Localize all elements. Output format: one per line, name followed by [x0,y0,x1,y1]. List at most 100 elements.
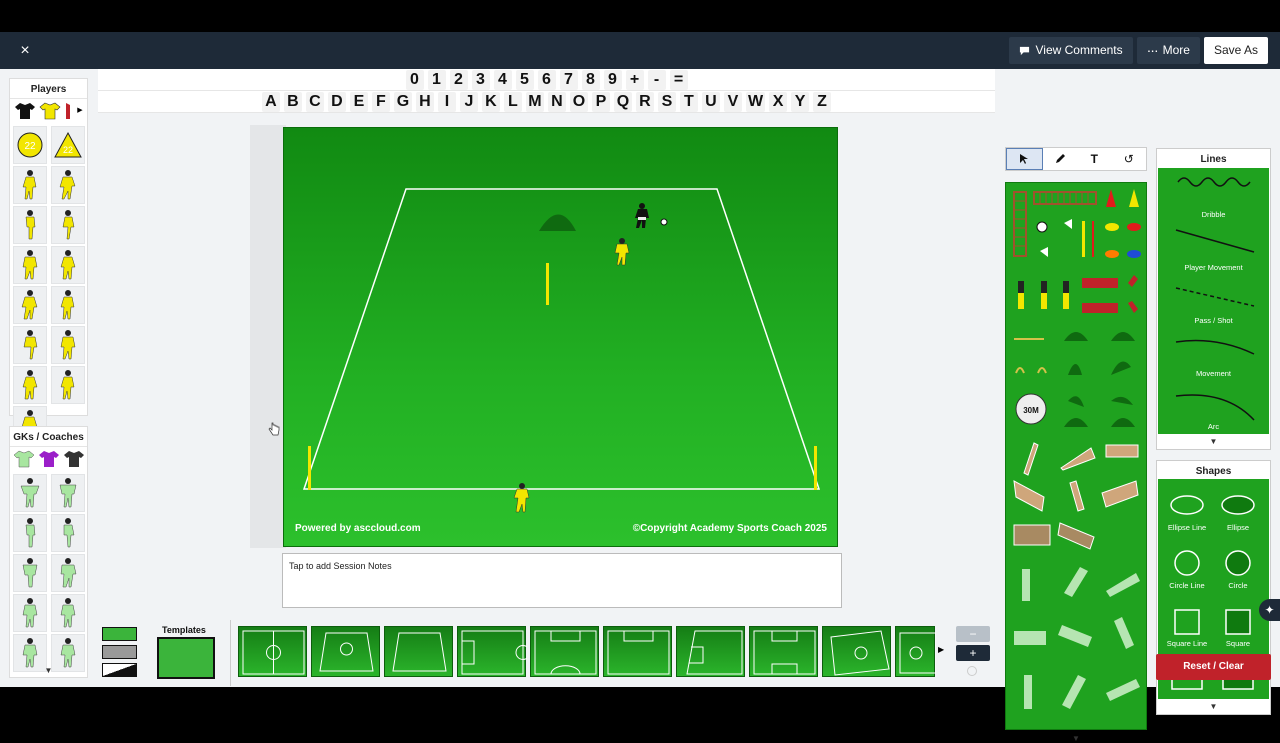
number-key[interactable]: - [647,69,666,90]
letter-key[interactable]: T [679,91,698,112]
letter-key[interactable]: A [261,91,280,112]
letter-key[interactable]: P [591,91,610,112]
template-thumbnail[interactable] [238,626,307,677]
letter-key[interactable]: F [371,91,390,112]
shape-label-square-line[interactable]: Square Line [1161,639,1213,648]
letter-key[interactable]: H [415,91,434,112]
letter-key[interactable]: R [635,91,654,112]
lines-scroll-down-icon[interactable]: ▼ [1157,437,1270,446]
text-tool[interactable]: T [1077,148,1112,170]
letter-key[interactable]: U [701,91,720,112]
session-notes-field[interactable]: Tap to add Session Notes [282,553,842,608]
zoom-reset-icon[interactable] [967,666,977,676]
template-style-grey[interactable] [102,645,137,659]
line-label-pass-shot[interactable]: Pass / Shot [1158,316,1269,325]
letter-key[interactable]: D [327,91,346,112]
player-figure[interactable] [50,206,85,244]
number-key[interactable]: 6 [537,69,556,90]
letter-key[interactable]: N [547,91,566,112]
letter-key[interactable]: J [459,91,478,112]
rotate-tool[interactable]: ↺ [1112,148,1147,170]
template-style-bw[interactable] [102,663,137,677]
template-thumbnail[interactable] [457,626,531,677]
number-key[interactable]: = [669,69,688,90]
goalkeeper-figure[interactable] [12,594,47,632]
letter-key[interactable]: K [481,91,500,112]
goalkeeper-figure[interactable] [50,474,85,512]
players-scroll-right-icon[interactable]: ▶ [77,102,82,120]
black-shirt-icon[interactable] [14,102,36,120]
letter-key[interactable]: V [723,91,742,112]
player-figure[interactable] [12,246,47,284]
player-figure[interactable] [50,326,85,364]
view-comments-button[interactable]: View Comments [1009,37,1133,64]
number-marker[interactable]: 22 [12,126,47,164]
goalkeeper-figure[interactable] [12,474,47,512]
letter-key[interactable]: W [745,91,766,112]
shape-label-square[interactable]: Square [1212,639,1264,648]
line-label-movement[interactable]: Movement [1158,369,1269,378]
line-label-dribble[interactable]: Dribble [1158,210,1269,219]
shape-label-ellipse[interactable]: Ellipse [1212,523,1264,532]
goalkeeper-figure[interactable] [50,514,85,552]
shapes-scroll-down-icon[interactable]: ▼ [1157,702,1270,711]
letter-key[interactable]: C [305,91,324,112]
goalkeeper-figure[interactable] [50,554,85,592]
shape-label-circle[interactable]: Circle [1212,581,1264,590]
shape-label-ellipse-line[interactable]: Ellipse Line [1161,523,1213,532]
line-label-player-movement[interactable]: Player Movement [1158,263,1269,272]
number-key[interactable]: 7 [559,69,578,90]
template-thumbnail[interactable] [311,626,380,677]
letter-key[interactable]: Z [813,91,832,112]
reset-clear-button[interactable]: Reset / Clear [1156,654,1271,680]
number-key[interactable]: 9 [603,69,622,90]
gks-scroll-down-icon[interactable]: ▼ [10,666,87,675]
templates-scroll-right-icon[interactable]: ▶ [938,645,944,654]
template-thumbnail[interactable] [530,626,599,677]
more-button[interactable]: ··· More [1136,37,1200,64]
goalkeeper-figure[interactable] [12,554,47,592]
template-thumbnail[interactable] [384,626,453,677]
save-as-button[interactable]: Save As [1203,37,1268,64]
number-key[interactable]: 0 [405,69,424,90]
player-figure[interactable] [50,286,85,324]
triangle-marker[interactable]: 22 [50,126,85,164]
dark-shirt-icon[interactable] [63,450,85,468]
number-key[interactable]: 8 [581,69,600,90]
template-thumbnail[interactable] [603,626,672,677]
pen-tool[interactable] [1043,148,1078,170]
red-shirt-icon[interactable] [64,102,74,120]
letter-key[interactable]: Y [791,91,810,112]
letter-key[interactable]: Q [613,91,632,112]
player-figure[interactable] [12,366,47,404]
template-selected[interactable] [157,637,215,679]
template-thumbnail[interactable] [895,626,937,677]
number-key[interactable]: 5 [515,69,534,90]
line-label-arc[interactable]: Arc [1158,422,1269,431]
template-thumbnail[interactable] [676,626,745,677]
letter-key[interactable]: X [769,91,788,112]
letter-key[interactable]: I [437,91,456,112]
yellow-shirt-icon[interactable] [39,102,61,120]
zoom-out-button[interactable]: − [956,626,990,642]
player-figure[interactable] [12,326,47,364]
letter-key[interactable]: M [525,91,544,112]
letter-key[interactable]: E [349,91,368,112]
player-figure[interactable] [50,366,85,404]
player-figure[interactable] [50,246,85,284]
goalkeeper-figure[interactable] [50,594,85,632]
letter-key[interactable]: S [657,91,676,112]
close-button[interactable]: × [14,40,36,62]
letter-key[interactable]: L [503,91,522,112]
player-figure[interactable] [12,206,47,244]
equipment-scroll-down-icon[interactable]: ▼ [1006,734,1146,743]
number-key[interactable]: 4 [493,69,512,90]
letter-key[interactable]: G [393,91,412,112]
number-key[interactable]: + [625,69,644,90]
zoom-in-button[interactable]: + [956,645,990,661]
goalkeeper-figure[interactable] [12,514,47,552]
select-tool[interactable] [1006,148,1043,170]
template-thumbnail[interactable] [749,626,818,677]
template-style-green[interactable] [102,627,137,641]
letter-key[interactable]: B [283,91,302,112]
